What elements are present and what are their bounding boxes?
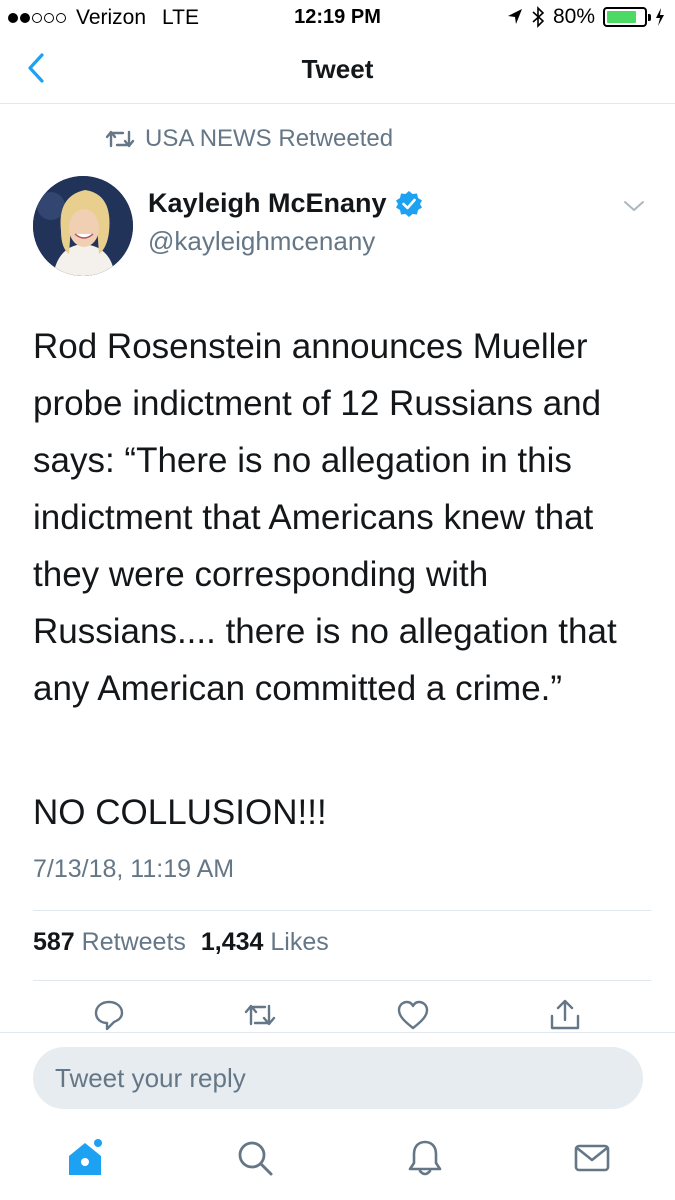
author-name[interactable]: Kayleigh McEnany (148, 188, 423, 219)
nav-bar: Tweet (0, 36, 675, 104)
retweets-label: Retweets (81, 928, 186, 956)
reply-bar (0, 1032, 675, 1120)
reply-icon[interactable] (92, 998, 126, 1032)
reply-input[interactable] (33, 1047, 643, 1109)
author-handle[interactable]: @kayleighmcenany (148, 226, 375, 257)
page-title: Tweet (301, 54, 374, 84)
retweet-context-label: USA NEWS Retweeted (145, 125, 394, 152)
home-icon[interactable] (65, 1138, 105, 1178)
tweet-timestamp: 7/13/18, 11:19 AM (33, 855, 235, 883)
charging-icon (656, 8, 664, 26)
status-bar: Verizon LTE 12:19 PM 80% (0, 0, 675, 36)
avatar[interactable] (33, 176, 133, 276)
retweets-count: 587 (33, 928, 75, 956)
tweet-actions (0, 998, 675, 1032)
likes-stat[interactable]: 1,434 Likes (201, 928, 329, 956)
retweet-action-icon[interactable] (243, 998, 277, 1032)
verified-badge-icon (395, 190, 422, 217)
likes-label: Likes (270, 928, 329, 956)
tweet-text: Rod Rosenstein announces Mueller probe i… (33, 327, 617, 708)
divider (33, 910, 651, 911)
likes-count: 1,434 (200, 928, 264, 956)
status-right: 80% (507, 5, 665, 29)
divider (33, 980, 651, 981)
share-icon[interactable] (548, 998, 582, 1032)
messages-icon[interactable] (572, 1138, 612, 1178)
retweet-context[interactable]: USA NEWS Retweeted (105, 125, 393, 153)
retweet-icon (105, 130, 135, 148)
like-icon[interactable] (396, 998, 430, 1032)
chevron-down-icon[interactable] (623, 198, 645, 214)
tweet-stats: 587 Retweets 1,434 Likes (33, 928, 329, 957)
search-icon[interactable] (235, 1138, 275, 1178)
tweet-text-emphasis: NO COLLUSION!!! (33, 793, 327, 832)
notifications-icon[interactable] (405, 1138, 445, 1178)
tab-bar (0, 1120, 675, 1200)
location-icon (507, 9, 522, 24)
battery-percent: 80% (552, 5, 595, 28)
battery-icon (603, 7, 651, 27)
bluetooth-icon (532, 6, 545, 28)
avatar-image (33, 176, 133, 276)
retweets-stat[interactable]: 587 Retweets (33, 928, 186, 956)
author-name-text: Kayleigh McEnany (148, 188, 387, 218)
